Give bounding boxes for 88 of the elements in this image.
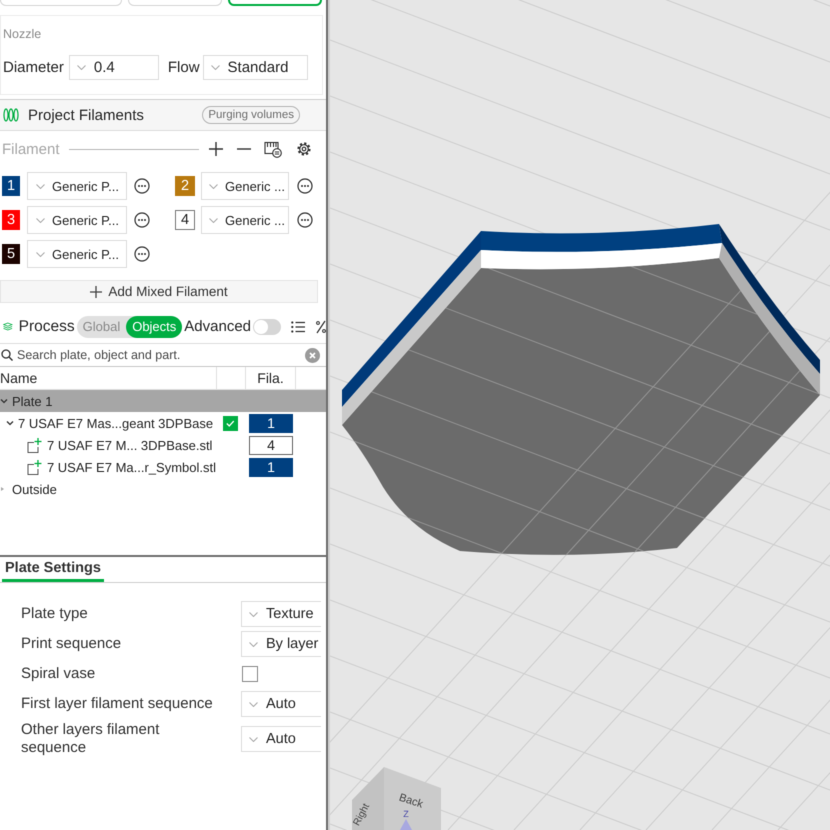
purging-volumes-button[interactable]: Purging volumes (202, 106, 300, 124)
3d-model-drawing[interactable] (342, 224, 820, 556)
part-icon (27, 438, 42, 452)
filament-number-swatch[interactable]: 5 (2, 244, 20, 264)
tree-row[interactable]: Plate 1 (0, 390, 326, 412)
caret-down-icon[interactable] (0, 397, 8, 405)
chevron-down-icon (249, 702, 258, 706)
filament-number-swatch[interactable]: 1 (2, 176, 20, 196)
object-name: 7 USAF E7 Ma...r_Symbol.stl (46, 460, 216, 474)
chevron-down-icon (249, 642, 258, 646)
setting-label: Spiral vase (21, 665, 96, 683)
diameter-dropdown[interactable]: 0.4 (68, 55, 159, 80)
setting-label: Other layers filament sequence (21, 721, 160, 757)
add-mixed-filament-button[interactable]: Add Mixed Filament (0, 280, 318, 303)
section-title: Project Filaments (28, 106, 144, 124)
filament-dropdown[interactable]: Generic P... (27, 172, 127, 200)
column-header: Name (0, 370, 38, 386)
tree-row[interactable]: 7 USAF E7 M... 3DPBase.stl 4 (0, 434, 326, 456)
chevron-down-icon (36, 184, 45, 188)
chevron-down-icon (209, 218, 218, 222)
filament-spool-icon (3, 108, 19, 122)
part-icon (27, 460, 42, 474)
settings-icon[interactable] (296, 141, 312, 157)
tree-row[interactable]: Outside (0, 478, 326, 500)
filament-number-swatch[interactable]: 2 (175, 176, 195, 196)
filament-label: Filament (2, 140, 60, 158)
setting-dropdown[interactable]: Auto (241, 726, 321, 752)
filament-dropdown[interactable]: Generic ... (201, 172, 289, 200)
section-title: Nozzle (3, 26, 42, 42)
plate-settings-tab[interactable]: Plate Settings (2, 558, 104, 582)
setting-label: First layer filament sequence (21, 695, 214, 713)
checkbox[interactable] (223, 416, 238, 430)
chevron-down-icon (249, 612, 258, 616)
setting-dropdown[interactable]: Auto (241, 691, 321, 717)
more-icon[interactable] (134, 246, 150, 262)
column-header: Fila. (257, 370, 284, 386)
search-icon (1, 349, 13, 361)
field-label: Diameter (3, 58, 64, 76)
search-field[interactable]: Search plate, object and part. (17, 345, 301, 365)
object-name: Plate 1 (12, 394, 52, 408)
more-icon[interactable] (134, 178, 150, 194)
advanced-switch[interactable] (253, 318, 281, 334)
filament-dropdown[interactable]: Generic P... (27, 206, 127, 234)
object-name: 7 USAF E7 M... 3DPBase.stl (47, 438, 212, 452)
tree-row[interactable]: 7 USAF E7 Ma...r_Symbol.stl 1 (0, 456, 326, 478)
chevron-down-icon (210, 65, 220, 70)
object-name: 7 USAF E7 Mas...geant 3DPBase (18, 416, 214, 430)
chevron-down-icon (249, 736, 258, 742)
object-name: Outside (12, 482, 57, 496)
cube-face[interactable] (384, 767, 441, 830)
checkbox[interactable] (242, 666, 258, 682)
setting-label: Plate type (21, 605, 89, 623)
tree-row[interactable]: 7 USAF E7 Mas...geant 3DPBase 1 (0, 412, 326, 434)
filament-number-cell[interactable]: 1 (249, 458, 293, 476)
filament-number-swatch[interactable]: 3 (2, 210, 20, 230)
setting-dropdown[interactable]: Texture (241, 601, 321, 627)
axis-label: Z (403, 809, 409, 819)
more-icon[interactable] (297, 178, 313, 194)
cube-face[interactable] (352, 767, 384, 830)
field-label: Flow (168, 58, 200, 76)
caret-down-icon[interactable] (6, 419, 14, 427)
setting-dropdown[interactable]: By layer (241, 631, 321, 657)
filament-number-cell[interactable]: 1 (249, 414, 293, 432)
chevron-down-icon (209, 184, 218, 188)
clear-icon[interactable] (305, 348, 320, 362)
filament-dropdown[interactable]: Generic P... (27, 240, 127, 268)
filament-number-cell[interactable]: 4 (249, 436, 293, 454)
filament-number-swatch[interactable]: 4 (175, 210, 195, 230)
tab-button[interactable] (228, 0, 322, 6)
cube-face-label: Right (351, 802, 372, 828)
section-title: Process (18, 318, 75, 336)
more-icon[interactable] (134, 212, 150, 228)
axis-arrow-icon (400, 819, 412, 830)
3d-viewport[interactable]: Right Back Z (328, 0, 830, 830)
percent-icon[interactable] (316, 320, 326, 334)
flow-dropdown[interactable]: Standard (202, 55, 308, 80)
add-icon[interactable] (209, 142, 223, 156)
list-icon[interactable] (291, 320, 305, 332)
chevron-down-icon (36, 252, 45, 256)
more-icon[interactable] (297, 212, 313, 228)
chevron-down-icon (76, 65, 86, 70)
add-icon (90, 286, 102, 298)
filament-dropdown[interactable]: Generic ... (201, 206, 289, 234)
cube-face-label: Back (397, 792, 424, 811)
setting-label: Print sequence (21, 635, 122, 653)
chevron-down-icon (36, 218, 45, 222)
spool-sync-icon[interactable] (264, 140, 282, 158)
advanced-label: Advanced (184, 318, 251, 335)
